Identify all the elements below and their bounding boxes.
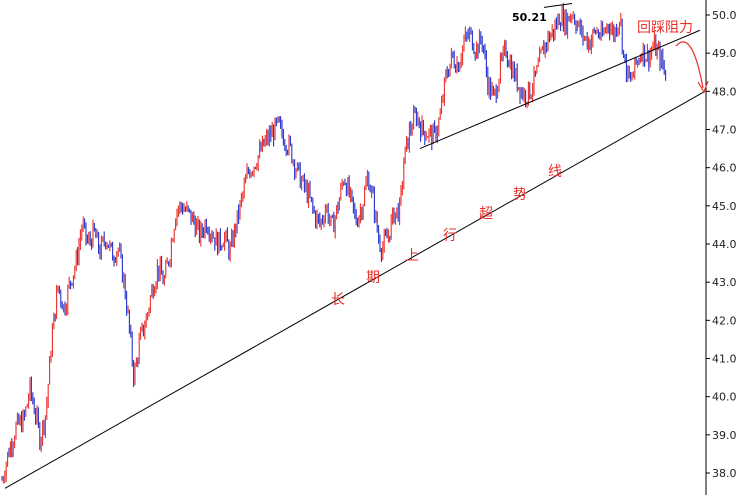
trendline-peak-callout [543,3,573,8]
trend-char-6: 势 [513,187,527,203]
projection-arrow [675,41,704,89]
trendline-upper-support [419,29,701,150]
trend-char-7: 线 [548,164,562,180]
trend-char-1: 长 [331,292,345,308]
trendline-long-term-uptrend [4,90,706,489]
peak-price-label: 50.21 [512,11,547,24]
trend-char-2: 期 [366,270,380,286]
y-tick-label: 50.0 [712,9,737,22]
y-axis-ticks: 50.0 49.0 48.0 47.0 46.0 45.0 44.0 43.0 42.0 41.0… [706,9,737,480]
trend-char-4: 行 [443,228,457,244]
price-candles [1,3,667,484]
y-tick-label: 46.0 [712,162,737,175]
y-tick-label: 45.0 [712,200,737,213]
y-tick-label: 40.0 [712,391,737,404]
trend-char-3: 上 [405,248,419,264]
y-tick-label: 48.0 [712,85,737,98]
resistance-label: 回踩阻力 [637,20,693,36]
chart-canvas: 50.0 49.0 48.0 47.0 46.0 45.0 44.0 43.0 42.0 41.0… [1,0,737,495]
y-tick-label: 44.0 [712,238,737,251]
y-tick-label: 47.0 [712,124,737,137]
y-tick-label: 38.0 [712,467,737,480]
trend-char-5: 超 [479,206,493,222]
y-tick-label: 41.0 [712,353,737,366]
stock-chart: 50.0 49.0 48.0 47.0 46.0 45.0 44.0 43.0 42.0 41.0… [0,0,741,495]
y-tick-label: 49.0 [712,47,737,60]
y-tick-label: 39.0 [712,429,737,442]
y-tick-label: 42.0 [712,314,737,327]
y-tick-label: 43.0 [712,276,737,289]
